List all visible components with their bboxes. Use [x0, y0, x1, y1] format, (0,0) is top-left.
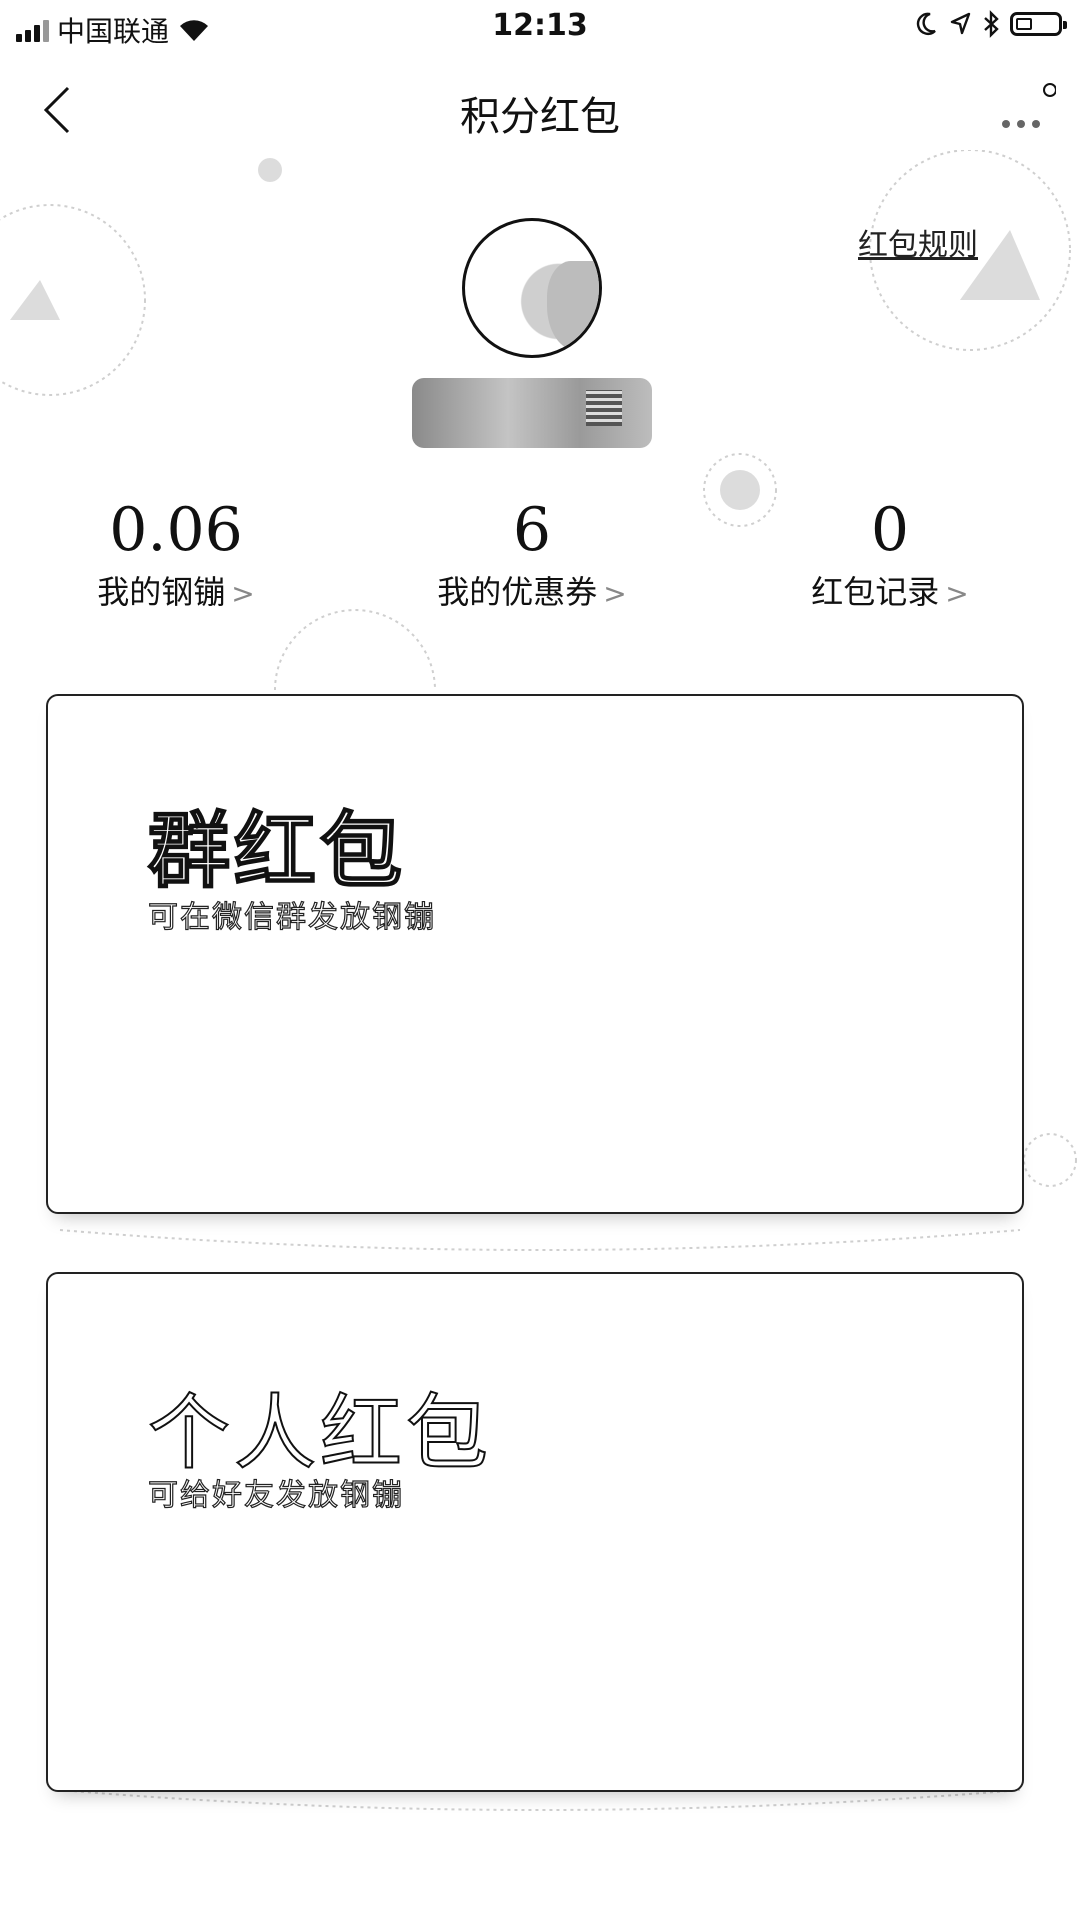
location-arrow-icon [950, 12, 971, 35]
personal-red-packet-title: 个人红包 [147, 1385, 493, 1482]
page-title: 积分红包 [460, 94, 620, 140]
nav-bar: 积分红包 [0, 54, 1080, 164]
stat-records[interactable]: 0 红包记录 > [730, 492, 1050, 616]
username-redacted [412, 378, 652, 448]
personal-red-packet-card[interactable]: 个人红包 可给好友发放钢镚 [46, 1272, 1024, 1792]
battery-icon [1010, 12, 1067, 36]
red-packet-rules-link[interactable]: 红包规则 [858, 220, 978, 264]
personal-red-packet-description: 可给好友发放钢镚 [147, 1477, 404, 1513]
stat-coins-label: 我的钢镚 [97, 573, 226, 611]
stat-coupons[interactable]: 6 我的优惠券 > [372, 492, 692, 616]
status-right [916, 10, 1067, 38]
stat-records-label: 红包记录 [811, 573, 940, 611]
group-red-packet-card[interactable]: 群红包 可在微信群发放钢镚 [46, 694, 1024, 1214]
stat-coupons-label: 我的优惠券 [437, 573, 598, 611]
red-packet-page: 中国联通 12:13 积分红包 红包规则 0.06 我的钢镚 > 6 我的优惠券… [0, 0, 1080, 1920]
stats-row: 0.06 我的钢镚 > 6 我的优惠券 > 0 红包记录 > [0, 492, 1080, 632]
flag-icon [586, 390, 622, 426]
moon-icon [916, 12, 936, 35]
more-dots-icon[interactable] [986, 82, 1056, 142]
stat-coins-value: 0.06 [109, 495, 243, 565]
stat-records-value: 0 [870, 495, 910, 565]
chevron-right-icon: > [231, 577, 255, 610]
chevron-right-icon: > [603, 577, 627, 610]
group-red-packet-title: 群红包 [147, 803, 407, 900]
stat-coins[interactable]: 0.06 我的钢镚 > [16, 492, 336, 616]
chevron-right-icon: > [945, 577, 969, 610]
bluetooth-icon [984, 10, 999, 38]
status-bar: 中国联通 12:13 [0, 0, 1080, 54]
stat-coupons-value: 6 [512, 495, 552, 565]
avatar[interactable] [462, 218, 602, 358]
group-red-packet-description: 可在微信群发放钢镚 [147, 899, 436, 935]
